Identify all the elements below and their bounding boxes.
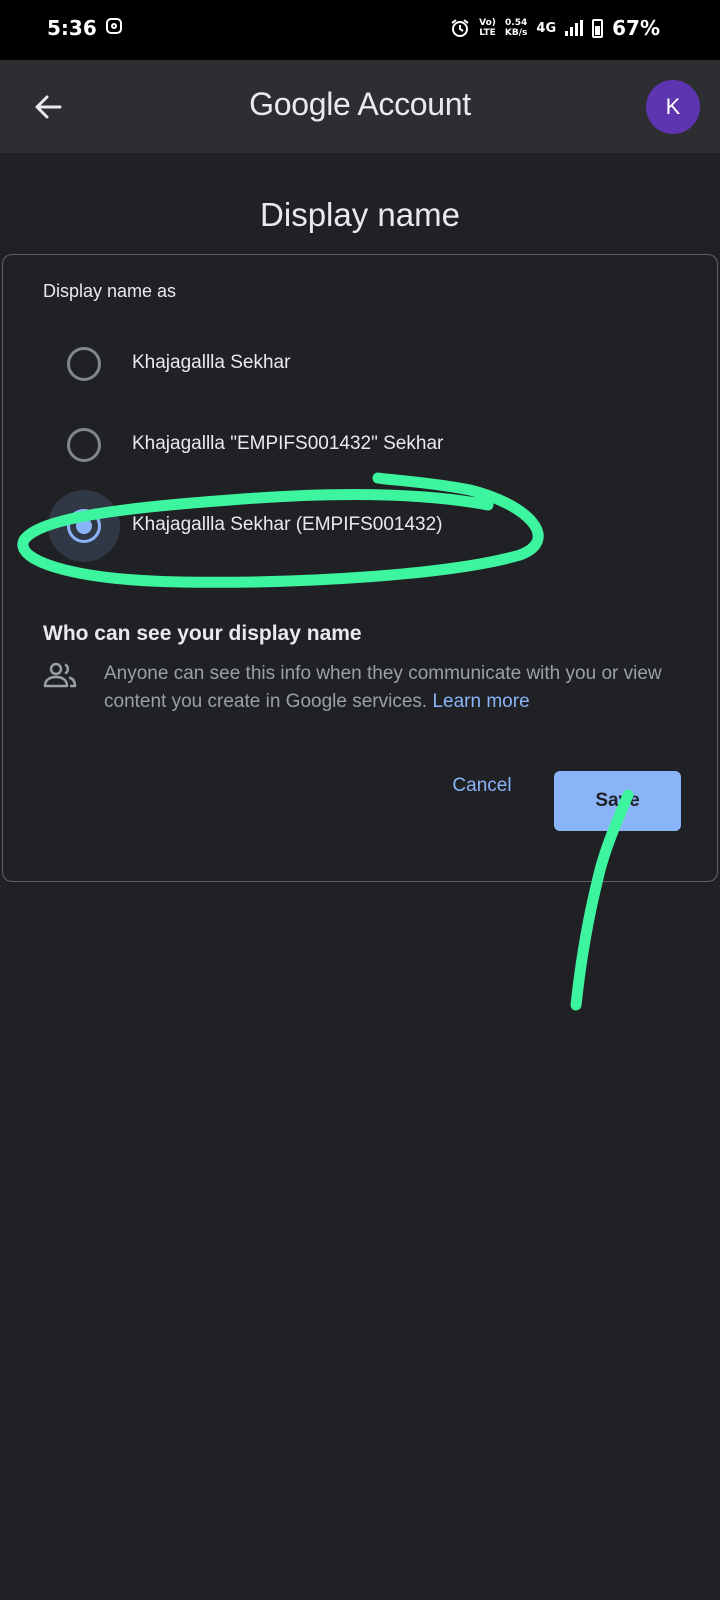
section-label: Display name as	[43, 281, 177, 301]
instagram-icon	[106, 18, 122, 34]
alarm-icon	[451, 19, 469, 37]
network-speed: 0.54 KB/s	[505, 18, 527, 38]
display-name-card: Display name as Khajagallla Sekhar Khaja…	[2, 254, 718, 882]
speed-unit: KB/s	[504, 28, 528, 38]
option-label: Khajagallla Sekhar	[132, 352, 291, 373]
radio-button-selected[interactable]	[67, 509, 101, 543]
account-avatar[interactable]: K	[646, 80, 700, 134]
learn-more-link[interactable]: Learn more	[432, 691, 529, 712]
battery-level: 67%	[612, 16, 660, 40]
people-icon	[43, 662, 77, 688]
battery-icon	[592, 18, 604, 38]
name-option-3[interactable]: Khajagallla Sekhar (EMPIFS001432)	[43, 490, 703, 562]
status-bar: 5:36 Vo) LTE 0.54 KB/s 4G 67%	[0, 0, 720, 60]
network-type: 4G	[536, 20, 557, 36]
status-time: 5:36	[47, 16, 97, 40]
info-text: Anyone can see this info when they commu…	[104, 663, 662, 712]
cancel-button[interactable]: Cancel	[427, 763, 537, 809]
volte-top: Vo)	[479, 18, 496, 28]
visibility-heading: Who can see your display name	[43, 622, 362, 645]
app-title: Google Account	[249, 86, 471, 122]
option-label: Khajagallla "EMPIFS001432" Sekhar	[132, 433, 444, 454]
save-button[interactable]: Save	[554, 771, 681, 831]
name-option-2[interactable]: Khajagallla "EMPIFS001432" Sekhar	[43, 416, 703, 476]
page-title: Display name	[260, 196, 460, 233]
radio-button[interactable]	[67, 428, 101, 462]
option-label: Khajagallla Sekhar (EMPIFS001432)	[132, 514, 443, 535]
volte-indicator: Vo) LTE	[479, 18, 496, 38]
signal-icon	[565, 20, 584, 36]
visibility-info: Anyone can see this info when they commu…	[104, 660, 694, 716]
radio-button[interactable]	[67, 347, 101, 381]
app-bar: Google Account K	[0, 60, 720, 153]
speed-value: 0.54	[505, 18, 528, 28]
status-icons: Vo) LTE 0.54 KB/s 4G 67%	[450, 14, 660, 42]
volte-bottom: LTE	[479, 28, 496, 38]
name-option-1[interactable]: Khajagallla Sekhar	[43, 335, 703, 395]
